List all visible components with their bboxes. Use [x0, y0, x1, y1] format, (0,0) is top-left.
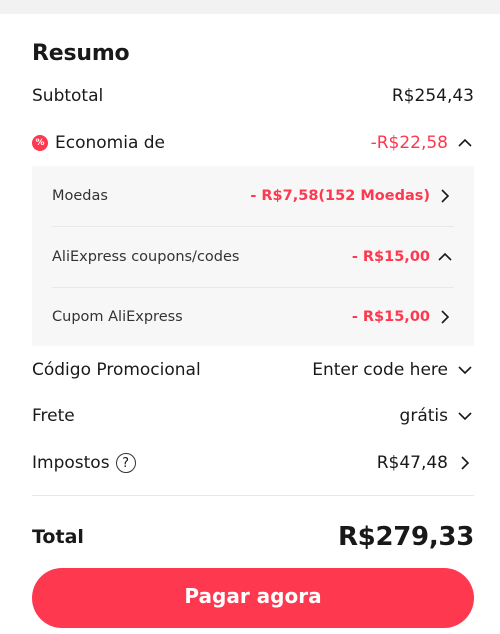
savings-item-label: AliExpress coupons/codes — [52, 249, 240, 265]
savings-item-value: - R$7,58(152 Moedas) — [250, 188, 430, 204]
subtotal-row: Subtotal R$254,43 — [32, 81, 474, 111]
savings-item-coins[interactable]: Moedas - R$7,58(152 Moedas) — [52, 166, 454, 226]
taxes-value: R$47,48 — [376, 453, 448, 473]
total-row: Total R$279,33 — [32, 519, 474, 555]
subtotal-label: Subtotal — [32, 86, 104, 106]
help-icon[interactable]: ? — [115, 453, 136, 473]
chevron-right-icon[interactable] — [456, 454, 474, 472]
chevron-right-icon[interactable] — [436, 187, 454, 205]
savings-value: -R$22,58 — [370, 133, 448, 153]
savings-item-label: Cupom AliExpress — [52, 309, 183, 325]
summary-title: Resumo — [32, 41, 130, 66]
chevron-up-icon[interactable] — [436, 248, 454, 266]
savings-row[interactable]: % Economia de -R$22,58 — [32, 128, 474, 158]
taxes-row[interactable]: Impostos ? R$47,48 — [32, 448, 474, 478]
discount-badge-icon: % — [32, 135, 48, 151]
savings-item-coupons-codes[interactable]: AliExpress coupons/codes - R$15,00 — [52, 227, 454, 287]
pay-now-button[interactable]: Pagar agora — [32, 568, 474, 628]
chevron-up-icon[interactable] — [456, 134, 474, 152]
total-value: R$279,33 — [337, 522, 474, 552]
savings-item-coupon[interactable]: Cupom AliExpress - R$15,00 — [52, 287, 454, 347]
savings-item-value: - R$15,00 — [351, 249, 430, 265]
order-summary-card: Resumo Subtotal R$254,43 % Economia de -… — [0, 14, 500, 634]
savings-details-panel: Moedas - R$7,58(152 Moedas) AliExpress c… — [32, 166, 474, 346]
shipping-row[interactable]: Frete grátis — [32, 401, 474, 431]
savings-item-value: - R$15,00 — [351, 309, 430, 325]
savings-item-label: Moedas — [52, 188, 108, 204]
divider — [32, 495, 474, 496]
shipping-label: Frete — [32, 406, 75, 426]
shipping-value: grátis — [399, 406, 448, 426]
chevron-right-icon[interactable] — [436, 308, 454, 326]
total-label: Total — [32, 526, 84, 548]
chevron-down-icon[interactable] — [456, 407, 474, 425]
promo-code-input[interactable]: Enter code here — [312, 360, 448, 380]
taxes-label: Impostos — [32, 453, 110, 473]
promo-code-label: Código Promocional — [32, 360, 201, 380]
chevron-down-icon[interactable] — [456, 361, 474, 379]
promo-code-row[interactable]: Código Promocional Enter code here — [32, 355, 474, 385]
subtotal-value: R$254,43 — [391, 86, 474, 106]
savings-label: Economia de — [55, 133, 166, 153]
